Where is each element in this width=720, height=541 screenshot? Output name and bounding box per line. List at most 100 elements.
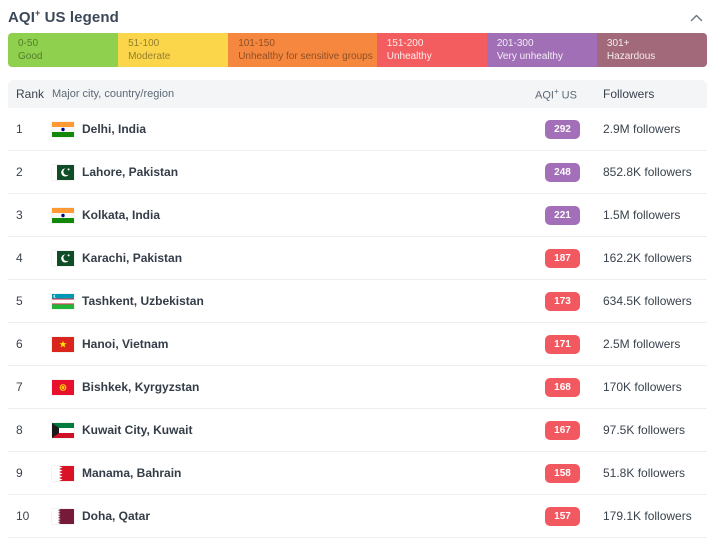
table-header-row: Rank Major city, country/region AQI+ US …	[8, 80, 707, 108]
legend-label: Hazardous	[607, 50, 703, 63]
rank-cell: 1	[8, 122, 52, 136]
table-row[interactable]: 8 Kuwait City, Kuwait 167 97.5K follower…	[8, 409, 707, 452]
aqi-badge: 157	[545, 507, 580, 526]
city-cell: Doha, Qatar	[52, 509, 535, 524]
legend-label: Unhealthy	[387, 50, 483, 63]
legend-segment: 0-50 Good	[8, 33, 118, 67]
flag-qatar-icon	[52, 509, 74, 524]
aqi-cell: 173	[535, 291, 595, 311]
legend-range: 101-150	[238, 37, 373, 50]
followers-cell: 162.2K followers	[603, 251, 707, 265]
city-cell: Kuwait City, Kuwait	[52, 423, 535, 438]
flag-kyrgyzstan-icon	[52, 380, 74, 395]
aqi-badge: 173	[545, 292, 580, 311]
aqi-cell: 171	[535, 334, 595, 354]
city-name: Doha, Qatar	[82, 509, 150, 523]
flag-bahrain-icon	[52, 466, 74, 481]
table-row[interactable]: 10 Doha, Qatar 157 179.1K followers	[8, 495, 707, 538]
table-row[interactable]: 6 Hanoi, Vietnam 171 2.5M followers	[8, 323, 707, 366]
aqi-badge: 171	[545, 335, 580, 354]
flag-uzbekistan-icon	[52, 294, 74, 309]
city-name: Lahore, Pakistan	[82, 165, 178, 179]
legend-label: Moderate	[128, 50, 224, 63]
rank-cell: 8	[8, 423, 52, 437]
legend-segment: 51-100 Moderate	[118, 33, 228, 67]
legend-range: 0-50	[18, 37, 114, 50]
followers-cell: 97.5K followers	[603, 423, 707, 437]
city-cell: Bishkek, Kyrgyzstan	[52, 380, 535, 395]
aqi-badge: 167	[545, 421, 580, 440]
followers-cell: 634.5K followers	[603, 294, 707, 308]
city-cell: Manama, Bahrain	[52, 466, 535, 481]
aqi-cell: 187	[535, 248, 595, 268]
aqi-badge: 168	[545, 378, 580, 397]
aqi-badge: 158	[545, 464, 580, 483]
table-row[interactable]: 3 Kolkata, India 221 1.5M followers	[8, 194, 707, 237]
city-name: Kuwait City, Kuwait	[82, 423, 192, 437]
table-row[interactable]: 5 Tashkent, Uzbekistan 173 634.5K follow…	[8, 280, 707, 323]
rank-cell: 9	[8, 466, 52, 480]
aqi-legend-bar: 0-50 Good 51-100 Moderate 101-150 Unheal…	[8, 33, 707, 67]
table-row[interactable]: 1 Delhi, India 292 2.9M followers	[8, 108, 707, 151]
followers-cell: 51.8K followers	[603, 466, 707, 480]
aqi-cell: 248	[535, 162, 595, 182]
rank-cell: 3	[8, 208, 52, 222]
aqi-badge: 292	[545, 120, 580, 139]
city-name: Tashkent, Uzbekistan	[82, 294, 204, 308]
legend-collapse-button[interactable]	[686, 8, 707, 27]
flag-pakistan-icon	[52, 165, 74, 180]
city-cell: Kolkata, India	[52, 208, 535, 223]
legend-label: Unhealthy for sensitive groups	[238, 50, 373, 63]
aqi-cell: 158	[535, 463, 595, 483]
flag-india-icon	[52, 122, 74, 137]
aqi-cell: 168	[535, 377, 595, 397]
aqi-cell: 167	[535, 420, 595, 440]
flag-pakistan-icon	[52, 251, 74, 266]
column-header-rank: Rank	[8, 87, 52, 101]
followers-cell: 852.8K followers	[603, 165, 707, 179]
column-header-aqi: AQI+ US	[535, 87, 595, 102]
city-name: Delhi, India	[82, 122, 146, 136]
legend-label: Good	[18, 50, 114, 63]
table-row[interactable]: 4 Karachi, Pakistan 187 162.2K followers	[8, 237, 707, 280]
legend-range: 201-300	[497, 37, 593, 50]
aqi-badge: 187	[545, 249, 580, 268]
aqi-badge: 221	[545, 206, 580, 225]
ranking-table: Rank Major city, country/region AQI+ US …	[8, 80, 707, 538]
flag-india-icon	[52, 208, 74, 223]
city-cell: Tashkent, Uzbekistan	[52, 294, 535, 309]
aqi-badge: 248	[545, 163, 580, 182]
city-name: Manama, Bahrain	[82, 466, 181, 480]
city-cell: Lahore, Pakistan	[52, 165, 535, 180]
city-name: Kolkata, India	[82, 208, 160, 222]
legend-label: Very unhealthy	[497, 50, 593, 63]
rank-cell: 7	[8, 380, 52, 394]
legend-segment: 301+ Hazardous	[597, 33, 707, 67]
table-row[interactable]: 2 Lahore, Pakistan 248 852.8K followers	[8, 151, 707, 194]
page-title: AQI+ US legend	[8, 8, 119, 26]
chevron-up-icon	[690, 10, 703, 25]
table-row[interactable]: 9 Manama, Bahrain 158 51.8K followers	[8, 452, 707, 495]
city-cell: Delhi, India	[52, 122, 535, 137]
city-name: Bishkek, Kyrgyzstan	[82, 380, 199, 394]
legend-range: 151-200	[387, 37, 483, 50]
followers-cell: 2.5M followers	[603, 337, 707, 351]
flag-vietnam-icon	[52, 337, 74, 352]
city-cell: Karachi, Pakistan	[52, 251, 535, 266]
rank-cell: 10	[8, 509, 52, 523]
followers-cell: 2.9M followers	[603, 122, 707, 136]
aqi-cell: 157	[535, 506, 595, 526]
city-name: Karachi, Pakistan	[82, 251, 182, 265]
aqi-ranking-page: AQI+ US legend 0-50 Good 51-100 Moderate…	[0, 5, 720, 538]
legend-header: AQI+ US legend	[8, 5, 707, 29]
followers-cell: 1.5M followers	[603, 208, 707, 222]
column-header-city: Major city, country/region	[52, 88, 535, 100]
aqi-cell: 221	[535, 205, 595, 225]
aqi-cell: 292	[535, 119, 595, 139]
city-cell: Hanoi, Vietnam	[52, 337, 535, 352]
rank-cell: 6	[8, 337, 52, 351]
rank-cell: 2	[8, 165, 52, 179]
legend-segment: 151-200 Unhealthy	[377, 33, 487, 67]
table-body: 1 Delhi, India 292 2.9M followers 2 Laho…	[8, 108, 707, 538]
table-row[interactable]: 7 Bishkek, Kyrgyzstan 168 170K followers	[8, 366, 707, 409]
